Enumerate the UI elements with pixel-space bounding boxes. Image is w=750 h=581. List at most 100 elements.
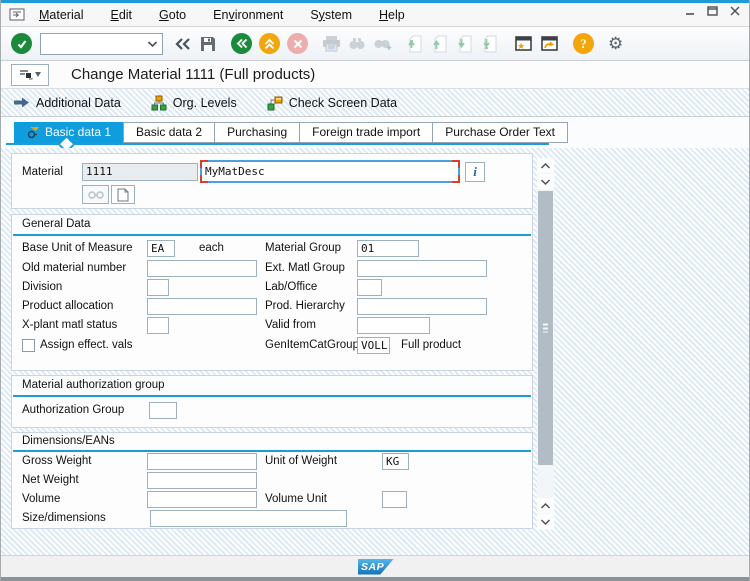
tab-foreign-trade-import[interactable]: Foreign trade import xyxy=(299,122,434,143)
focus-corner xyxy=(452,160,460,168)
old-material-number-field[interactable] xyxy=(147,260,257,277)
gross-weight-field[interactable] xyxy=(147,453,257,470)
scroll-up-button-bottom[interactable] xyxy=(537,498,554,513)
volume-unit-field[interactable] xyxy=(382,491,407,508)
product-allocation-field[interactable] xyxy=(147,298,257,315)
additional-data-button[interactable]: Additional Data xyxy=(13,96,121,110)
cancel-button[interactable] xyxy=(287,33,308,54)
volume-unit-label: Volume Unit xyxy=(265,493,328,505)
section-title: Material authorization group xyxy=(22,379,165,391)
menu-item-environment[interactable]: Environment xyxy=(213,8,283,22)
section-underline xyxy=(13,450,531,452)
tab-basic-data-2[interactable]: Basic data 2 xyxy=(123,122,216,143)
authorization-group-label: Authorization Group xyxy=(22,404,125,416)
org-levels-button[interactable]: Org. Levels xyxy=(151,95,237,111)
chevron-down-icon[interactable] xyxy=(147,40,158,48)
first-page-icon[interactable] xyxy=(407,35,425,53)
valid-from-field[interactable] xyxy=(357,317,430,334)
gen-item-cat-group-field[interactable]: VOLL xyxy=(357,337,390,354)
xplant-matl-status-field[interactable] xyxy=(147,317,169,334)
material-description-input[interactable]: MyMatDesc xyxy=(200,160,460,183)
division-field[interactable] xyxy=(147,279,169,296)
lab-office-field[interactable] xyxy=(357,279,382,296)
last-page-icon[interactable] xyxy=(482,35,500,53)
dimensions-section: Dimensions/EANs Gross Weight Unit of Wei… xyxy=(11,432,533,529)
back-button[interactable] xyxy=(231,33,252,54)
xplant-matl-status-label: X-plant matl status xyxy=(22,319,118,331)
tab-purchase-order-text[interactable]: Purchase Order Text xyxy=(432,122,569,143)
command-field[interactable] xyxy=(40,32,163,55)
check-screen-data-button[interactable]: Check Screen Data xyxy=(267,95,397,111)
scroll-down-button[interactable] xyxy=(537,174,554,189)
window-bottom-edge xyxy=(1,577,749,581)
authorization-group-field[interactable] xyxy=(149,402,177,419)
close-icon[interactable] xyxy=(729,5,741,17)
scrollbar-thumb[interactable] xyxy=(538,191,553,465)
focus-corner xyxy=(200,160,208,168)
double-chevron-left-icon xyxy=(236,38,247,49)
menu-item-edit[interactable]: Edit xyxy=(110,8,132,22)
division-label: Division xyxy=(22,281,63,293)
save-icon[interactable] xyxy=(199,35,217,53)
unit-of-weight-field[interactable]: KG xyxy=(382,453,409,470)
base-unit-label: Base Unit of Measure xyxy=(22,242,133,254)
hide-command-field-icon[interactable] xyxy=(174,37,192,51)
unit-of-weight-label: Unit of Weight xyxy=(265,455,338,467)
info-button[interactable]: i xyxy=(465,162,485,182)
tab-label: Foreign trade import xyxy=(312,125,421,139)
gross-weight-label: Gross Weight xyxy=(22,455,92,467)
size-dimensions-field[interactable] xyxy=(150,510,347,527)
gen-item-cat-group-label: GenItemCatGroup xyxy=(265,339,359,351)
minimize-button[interactable] xyxy=(684,5,696,17)
net-weight-field[interactable] xyxy=(147,472,257,489)
tab-label: Purchasing xyxy=(227,125,288,139)
exit-button[interactable] xyxy=(259,33,280,54)
question-mark-icon: ? xyxy=(580,35,587,51)
section-title: General Data xyxy=(22,218,91,230)
general-data-section: General Data Base Unit of Measure EA eac… xyxy=(11,214,533,371)
display-glasses-button[interactable] xyxy=(82,185,109,204)
material-number-field[interactable]: 1111 xyxy=(82,163,198,181)
vertical-scrollbar[interactable] xyxy=(537,158,554,530)
product-allocation-label: Product allocation xyxy=(22,300,114,312)
create-shortcut-icon[interactable] xyxy=(540,35,559,52)
help-button[interactable]: ? xyxy=(573,33,594,54)
glasses-icon xyxy=(87,190,104,199)
screen-menu-icon xyxy=(20,69,33,79)
assign-effect-vals-checkbox[interactable] xyxy=(22,339,35,352)
prod-hierarchy-field[interactable] xyxy=(357,298,487,315)
menu-item-system[interactable]: System xyxy=(310,8,352,22)
title-menu-button[interactable] xyxy=(11,63,49,86)
material-label: Material xyxy=(22,166,63,178)
auth-group-section: Material authorization group Authorizati… xyxy=(11,375,533,428)
page-up-icon[interactable] xyxy=(432,35,450,53)
page-down-icon[interactable] xyxy=(457,35,475,53)
volume-field[interactable] xyxy=(147,491,257,508)
restore-button[interactable] xyxy=(706,5,719,17)
ext-matl-group-field[interactable] xyxy=(357,260,487,277)
tab-purchasing[interactable]: Purchasing xyxy=(214,122,301,143)
new-session-icon[interactable]: ★ xyxy=(514,35,533,52)
title-bar: Change Material 1111 (Full products) xyxy=(1,61,749,89)
system-menu-icon[interactable] xyxy=(9,8,27,21)
menu-item-help[interactable]: Help xyxy=(379,8,405,22)
scroll-up-button[interactable] xyxy=(537,158,554,173)
blank-page-icon xyxy=(117,188,129,201)
menu-bar: Material Edit Goto Environment System He… xyxy=(1,3,749,27)
new-document-button[interactable] xyxy=(111,185,135,204)
focus-corner xyxy=(452,175,460,183)
menu-item-material[interactable]: Material xyxy=(39,8,83,22)
prod-hierarchy-label: Prod. Hierarchy xyxy=(265,300,345,312)
scroll-down-button-bottom[interactable] xyxy=(537,514,554,529)
menu-item-goto[interactable]: Goto xyxy=(159,8,186,22)
material-group-field[interactable]: 01 xyxy=(357,240,419,257)
material-header-box: Material 1111 MyMatDesc i xyxy=(11,153,533,209)
print-icon xyxy=(322,35,341,52)
customize-layout-icon[interactable]: ⚙ xyxy=(608,35,623,52)
chevron-down-icon xyxy=(540,178,551,185)
enter-button[interactable] xyxy=(11,33,32,54)
find-icon xyxy=(348,36,366,52)
tab-strip: Basic data 1 Basic data 2 Purchasing For… xyxy=(1,117,749,154)
old-material-number-label: Old material number xyxy=(22,262,127,274)
base-unit-field[interactable]: EA xyxy=(147,240,175,257)
